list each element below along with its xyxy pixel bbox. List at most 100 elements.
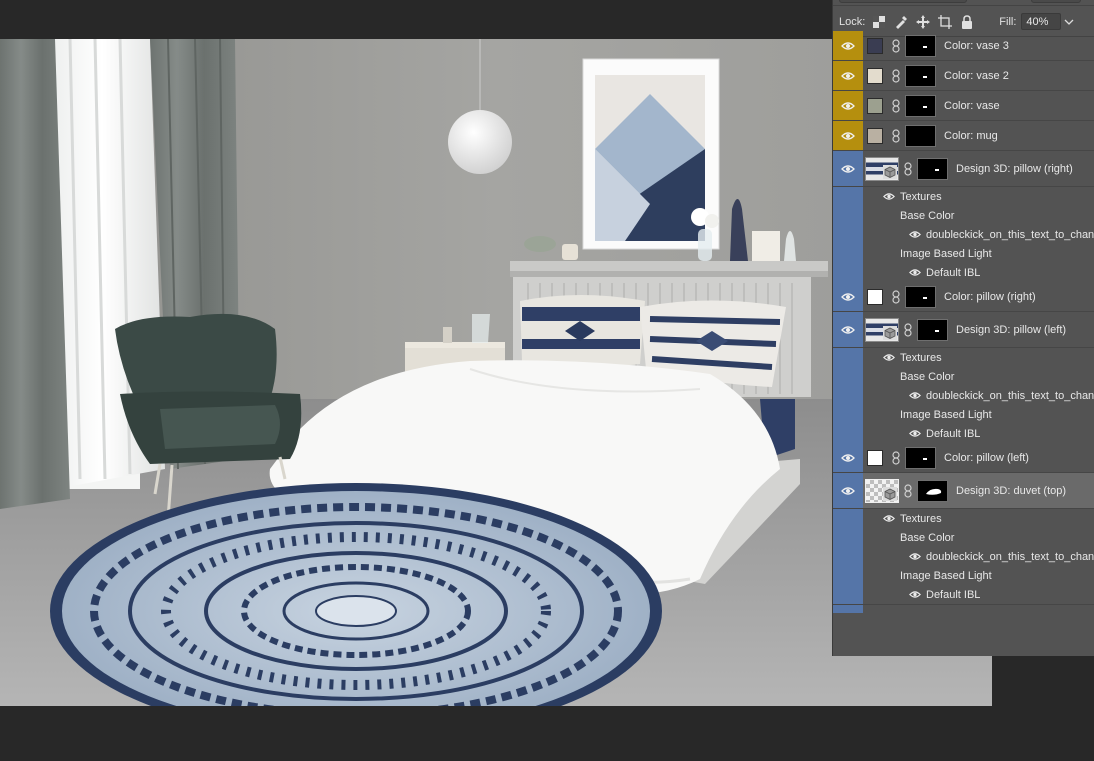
- layer-visibility-eye-icon[interactable]: [833, 91, 863, 120]
- mask-link-chain-icon[interactable]: [902, 322, 914, 337]
- base-color-texture-file[interactable]: doubleckick_on_this_text_to_chan: [833, 547, 1094, 566]
- layer-mask-thumbnail[interactable]: [905, 446, 936, 469]
- layer-color-swatch[interactable]: [867, 67, 883, 84]
- layer-name[interactable]: Design 3D: pillow (right): [956, 163, 1073, 175]
- layer-mask-thumbnail[interactable]: [905, 34, 936, 57]
- layer-row[interactable]: Color: mug: [833, 121, 1094, 151]
- mask-link-chain-icon[interactable]: [890, 68, 902, 83]
- layer-row[interactable]: Color: vase 2: [833, 61, 1094, 91]
- cube-3d-icon: [883, 325, 897, 340]
- effect-visibility-eye-icon[interactable]: [908, 589, 922, 601]
- layer-color-swatch[interactable]: [867, 288, 883, 305]
- layer-name[interactable]: Color: pillow (right): [944, 291, 1036, 303]
- layer-name[interactable]: Color: vase 3: [944, 40, 1009, 52]
- layer-3d-thumbnail[interactable]: [865, 478, 899, 503]
- mask-link-chain-icon[interactable]: [890, 98, 902, 113]
- fill-input[interactable]: 40%: [1021, 13, 1062, 30]
- lock-all-icon[interactable]: [959, 14, 975, 30]
- layers-list: Color: vase 3 Color: vase 2 Color: vase Col…: [833, 31, 1094, 613]
- opacity-field[interactable]: [1031, 0, 1081, 3]
- ibl-value[interactable]: Default IBL: [833, 263, 1094, 282]
- base-color-label[interactable]: Base Color: [833, 367, 1094, 386]
- ibl-value[interactable]: Default IBL: [833, 585, 1094, 604]
- layer-mask-thumbnail[interactable]: [905, 124, 936, 147]
- layer-color-swatch[interactable]: [867, 449, 883, 466]
- mask-link-chain-icon[interactable]: [890, 289, 902, 304]
- mask-link-chain-icon[interactable]: [890, 128, 902, 143]
- layer-name[interactable]: Color: mug: [944, 130, 998, 142]
- image-based-light-label-text: Image Based Light: [900, 247, 992, 260]
- base-color-texture-file[interactable]: doubleckick_on_this_text_to_chan: [833, 386, 1094, 405]
- effect-visibility-eye-icon[interactable]: [908, 229, 922, 241]
- effect-visibility-eye-icon[interactable]: [908, 551, 922, 563]
- textures-effect-row[interactable]: Textures: [833, 187, 1094, 206]
- layer-row[interactable]: Design 3D: duvet (top): [833, 473, 1094, 509]
- layer-color-strip: [833, 386, 863, 405]
- layer-3d-thumbnail[interactable]: [865, 317, 899, 342]
- mask-link-chain-icon[interactable]: [902, 483, 914, 498]
- base-color-label[interactable]: Base Color: [833, 528, 1094, 547]
- blend-mode-dropdown[interactable]: [839, 0, 967, 3]
- layers-panel: Lock: Fill: 40% Color: vase 3 Color: vase…: [832, 0, 1094, 656]
- effect-visibility-eye-icon[interactable]: [882, 191, 896, 203]
- layer-name[interactable]: Color: vase: [944, 100, 1000, 112]
- base-color-label-text: Base Color: [900, 209, 955, 222]
- layer-color-swatch[interactable]: [867, 127, 883, 144]
- mask-link-chain-icon[interactable]: [902, 161, 914, 176]
- layer-visibility-eye-icon[interactable]: [833, 473, 863, 508]
- layer-color-strip: [833, 348, 863, 367]
- ibl-value-text: Default IBL: [926, 588, 981, 601]
- layer-visibility-eye-icon[interactable]: [833, 312, 863, 347]
- layer-visibility-eye-icon[interactable]: [833, 61, 863, 90]
- layer-name[interactable]: Color: vase 2: [944, 70, 1009, 82]
- layer-row[interactable]: Color: vase: [833, 91, 1094, 121]
- layer-visibility-eye-icon[interactable]: [833, 443, 863, 472]
- layer-mask-thumbnail[interactable]: [917, 157, 948, 180]
- layer-row[interactable]: Color: pillow (right): [833, 282, 1094, 312]
- layer-mask-thumbnail[interactable]: [905, 94, 936, 117]
- layer-visibility-eye-icon[interactable]: [833, 151, 863, 186]
- base-color-texture-file[interactable]: doubleckick_on_this_text_to_chan: [833, 225, 1094, 244]
- effect-visibility-eye-icon[interactable]: [908, 267, 922, 279]
- effect-visibility-eye-icon[interactable]: [908, 390, 922, 402]
- layer-row[interactable]: Color: vase 3: [833, 31, 1094, 61]
- lock-image-pixels-icon[interactable]: [893, 14, 909, 30]
- ibl-value-text: Default IBL: [926, 266, 981, 279]
- base-color-label[interactable]: Base Color: [833, 206, 1094, 225]
- lock-transparent-pixels-icon[interactable]: [871, 14, 887, 30]
- layer-3d-thumbnail[interactable]: [865, 156, 899, 181]
- ibl-value[interactable]: Default IBL: [833, 424, 1094, 443]
- layer-name[interactable]: Design 3D: duvet (top): [956, 485, 1066, 497]
- textures-effect-row-text: Textures: [900, 190, 942, 203]
- layer-color-strip: [833, 206, 863, 225]
- fill-dropdown-chevron-icon[interactable]: [1062, 13, 1076, 30]
- effect-visibility-eye-icon[interactable]: [882, 513, 896, 525]
- layer-color-swatch[interactable]: [867, 37, 883, 54]
- lock-artboard-icon[interactable]: [937, 14, 953, 30]
- layer-mask-thumbnail[interactable]: [917, 479, 948, 502]
- layer-visibility-eye-icon[interactable]: [833, 31, 863, 60]
- effect-visibility-eye-icon[interactable]: [908, 428, 922, 440]
- layer-mask-thumbnail[interactable]: [905, 64, 936, 87]
- layer-row[interactable]: Color: pillow (left): [833, 443, 1094, 473]
- mask-link-chain-icon[interactable]: [890, 450, 902, 465]
- layer-visibility-eye-icon[interactable]: [833, 282, 863, 311]
- textures-effect-row[interactable]: Textures: [833, 509, 1094, 528]
- image-based-light-label[interactable]: Image Based Light: [833, 405, 1094, 424]
- layer-row[interactable]: Design 3D: pillow (right): [833, 151, 1094, 187]
- layer-color-swatch[interactable]: [867, 97, 883, 114]
- fill-label: Fill:: [999, 15, 1017, 28]
- mask-link-chain-icon[interactable]: [890, 38, 902, 53]
- textures-effect-row[interactable]: Textures: [833, 348, 1094, 367]
- layer-visibility-eye-icon[interactable]: [833, 121, 863, 150]
- image-based-light-label[interactable]: Image Based Light: [833, 566, 1094, 585]
- lock-position-icon[interactable]: [915, 14, 931, 30]
- layer-color-strip: [833, 187, 863, 206]
- image-based-light-label[interactable]: Image Based Light: [833, 244, 1094, 263]
- layer-name[interactable]: Design 3D: pillow (left): [956, 324, 1066, 336]
- layer-name[interactable]: Color: pillow (left): [944, 452, 1029, 464]
- effect-visibility-eye-icon[interactable]: [882, 352, 896, 364]
- layer-mask-thumbnail[interactable]: [917, 318, 948, 341]
- layer-row[interactable]: Design 3D: pillow (left): [833, 312, 1094, 348]
- layer-mask-thumbnail[interactable]: [905, 285, 936, 308]
